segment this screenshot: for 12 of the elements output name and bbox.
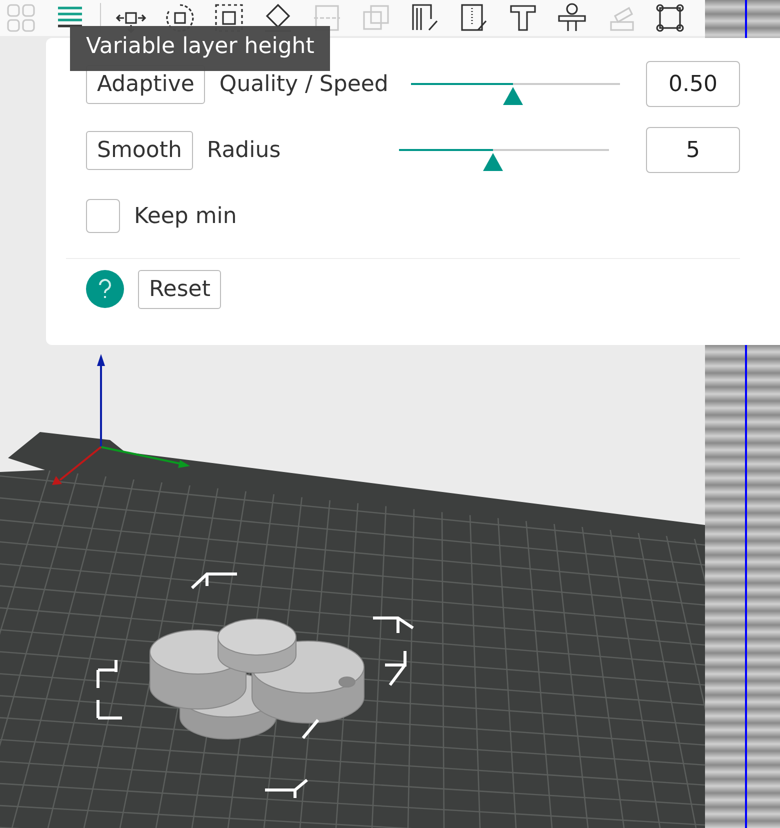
value-field[interactable]: 0.50 bbox=[646, 61, 740, 107]
slider-label: Quality / Speed bbox=[219, 72, 390, 96]
tooltip: Variable layer height bbox=[70, 26, 330, 71]
checkbox[interactable] bbox=[86, 199, 120, 233]
slider-thumb[interactable] bbox=[483, 153, 504, 171]
reset-button[interactable]: Reset bbox=[138, 270, 222, 308]
slider-label: Radius bbox=[206, 138, 282, 162]
value-field[interactable]: 5 bbox=[646, 127, 740, 173]
help-icon[interactable] bbox=[86, 270, 124, 308]
mode-button[interactable]: Smooth bbox=[86, 130, 193, 170]
slider-thumb[interactable] bbox=[503, 87, 524, 105]
checkbox-label: Keep min bbox=[134, 204, 237, 228]
